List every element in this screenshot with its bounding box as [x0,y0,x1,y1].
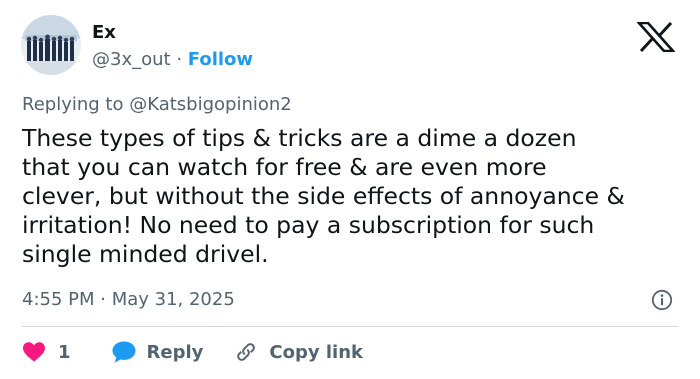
tweet-card: Ex @3x_out · Follow Replying to @Katsbig… [0,0,700,379]
author-handle[interactable]: @3x_out [92,49,171,70]
copy-link-label: Copy link [269,341,363,363]
reply-button[interactable]: Reply [111,340,204,364]
reply-context-prefix: Replying to [22,94,130,115]
handle-separator: · [170,49,188,70]
x-logo-icon[interactable] [636,21,676,53]
speech-bubble-icon [112,341,136,363]
like-button[interactable]: 1 [22,341,71,363]
reply-mention-link[interactable]: @Katsbigopinion2 [129,94,292,115]
avatar[interactable] [21,15,81,75]
tweet-timestamp[interactable]: 4:55 PM · May 31, 2025 [22,289,235,311]
like-count: 1 [58,341,71,363]
tweet-text: These types of tips & tricks are a dime … [22,124,625,268]
reply-context: Replying to @Katsbigopinion2 [22,94,292,116]
link-icon [237,343,256,361]
author-handle-line: @3x_out · Follow [92,49,253,71]
heart-icon [23,342,45,362]
copy-link-button[interactable]: Copy link [233,339,363,365]
avatar-image [21,15,81,75]
info-icon[interactable] [651,289,673,311]
divider [22,326,678,327]
follow-button[interactable]: Follow [188,49,253,70]
reply-label: Reply [146,341,204,363]
author-display-name[interactable]: Ex [92,22,116,44]
action-bar: 1 Reply Copy link [22,338,363,366]
